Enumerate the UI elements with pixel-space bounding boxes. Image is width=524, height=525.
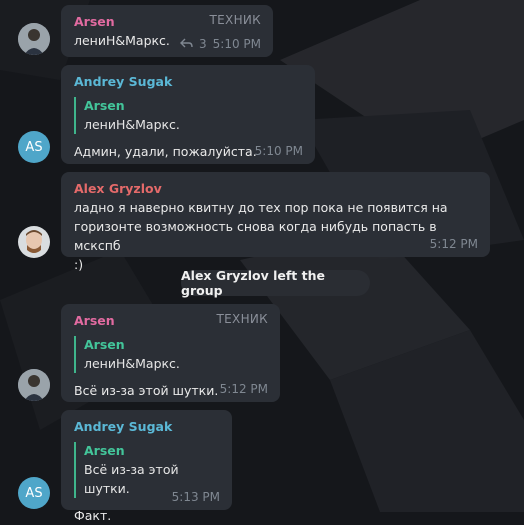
message-bubble[interactable]: Arsen ТЕХНИК лениН&Маркс. 3 5:10 PM	[61, 5, 273, 57]
reply-arrow-icon[interactable]	[180, 37, 193, 51]
reply-quote[interactable]: Arsen лениН&Маркс.	[74, 336, 268, 373]
message-time: 5:10 PM	[254, 144, 303, 158]
quote-sender: Arsen	[84, 443, 125, 458]
message-time: 5:12 PM	[219, 382, 268, 396]
message-bubble[interactable]: Alex Gryzlov ладно я наверно квитну до т…	[61, 172, 490, 272]
avatar-arsen[interactable]	[18, 369, 50, 401]
role-badge: ТЕХНИК	[209, 13, 261, 27]
person-photo-icon	[18, 23, 50, 55]
person-photo-icon	[18, 369, 50, 401]
message-bubble[interactable]: Andrey Sugak Arsen Всё из-за этой шутки.…	[61, 410, 232, 523]
avatar-andrey[interactable]: AS	[18, 477, 50, 509]
message-bubble[interactable]: Andrey Sugak Arsen лениН&Маркс. Админ, у…	[61, 65, 315, 164]
message-bubble[interactable]: Arsen ТЕХНИК Arsen лениН&Маркс. Всё из-з…	[61, 304, 280, 402]
sender-name[interactable]: Alex Gryzlov	[74, 180, 478, 198]
quote-sender: Arsen	[84, 98, 125, 113]
quote-sender: Arsen	[84, 337, 125, 352]
avatar-alex[interactable]	[18, 226, 50, 258]
person-photo-icon	[18, 226, 50, 258]
service-message: Alex Gryzlov left the group	[181, 268, 370, 298]
role-badge: ТЕХНИК	[216, 312, 268, 326]
message-time: 5:10 PM	[212, 37, 261, 51]
reply-quote[interactable]: Arsen лениН&Маркс.	[74, 97, 303, 134]
avatar-arsen[interactable]	[18, 23, 50, 55]
reply-count[interactable]: 3	[199, 37, 207, 51]
quote-text: лениН&Маркс.	[84, 356, 180, 371]
message-text: Факт.	[74, 508, 112, 523]
sender-name[interactable]: Andrey Sugak	[74, 73, 303, 91]
message-text: ладно я наверно квитну до тех пор пока н…	[74, 200, 448, 272]
sender-name[interactable]: Andrey Sugak	[74, 418, 220, 436]
message-time: 5:12 PM	[429, 237, 478, 251]
quote-text: лениН&Маркс.	[84, 117, 180, 132]
message-time: 5:13 PM	[171, 490, 220, 504]
avatar-andrey[interactable]: AS	[18, 131, 50, 163]
